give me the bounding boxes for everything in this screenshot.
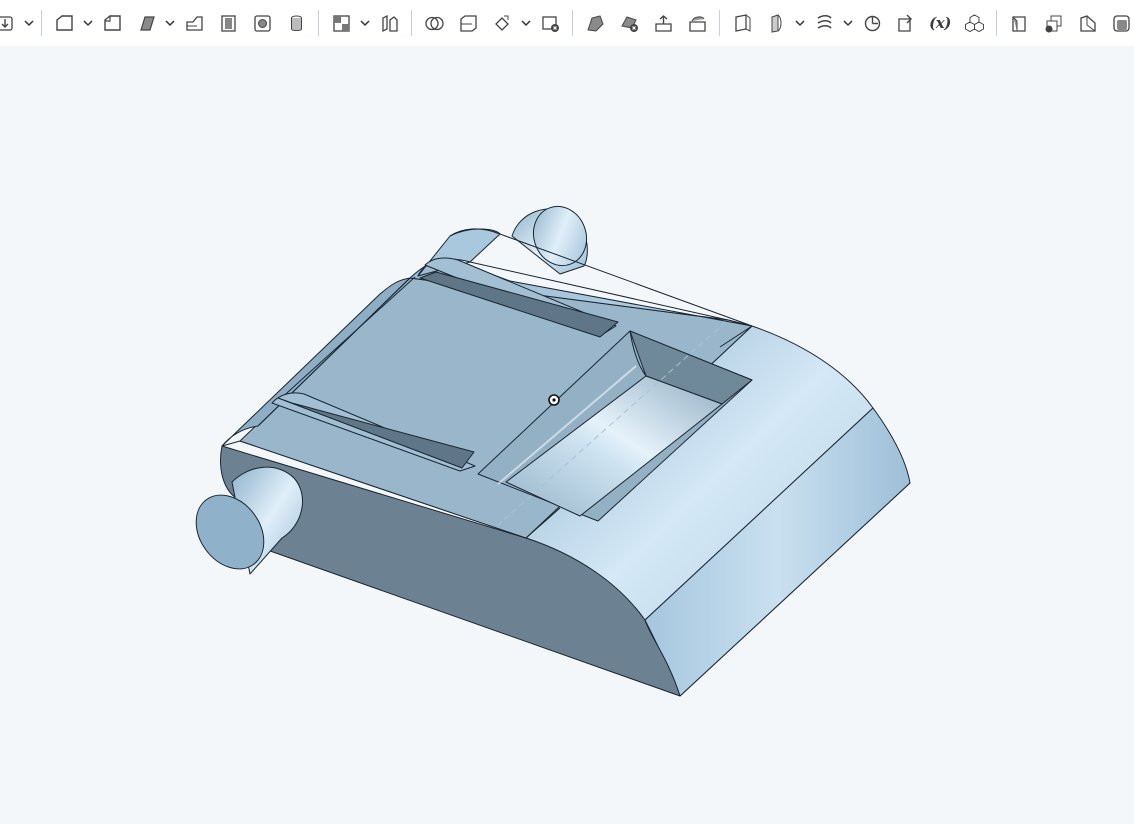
derived-icon: [895, 12, 918, 35]
fillet-dropdown-button[interactable]: [358, 8, 372, 38]
chevron-down-icon: [521, 14, 531, 32]
sweep-icon: [183, 12, 206, 35]
graphics-viewport[interactable]: [0, 46, 1134, 824]
loft-button[interactable]: [211, 8, 245, 38]
flange-icon: [1076, 12, 1099, 35]
thicken-icon: [251, 12, 274, 35]
helix-dropdown-button[interactable]: [841, 8, 855, 38]
extrude-icon: [101, 12, 124, 35]
chevron-down-icon: [360, 14, 370, 32]
replace-face-button[interactable]: [680, 8, 714, 38]
sheet-metal-icon: [1008, 12, 1031, 35]
toolbar-separator: [41, 10, 42, 36]
import-icon: [0, 12, 17, 35]
plane-icon: [731, 12, 754, 35]
variable-button[interactable]: (x): [923, 8, 957, 38]
mate-connector-dropdown-button[interactable]: [793, 8, 807, 38]
mate-connector-button[interactable]: [759, 8, 793, 38]
sketch-icon: [53, 12, 76, 35]
toolbar-separator: [411, 10, 412, 36]
fillet-button[interactable]: [324, 8, 358, 38]
chevron-down-icon: [165, 14, 175, 32]
derived-button[interactable]: [889, 8, 923, 38]
chevron-down-icon: [83, 14, 93, 32]
toolbar-separator: [996, 10, 997, 36]
helix-icon: [813, 12, 836, 35]
finish-sheet-metal-button[interactable]: [1036, 8, 1070, 38]
import-dropdown-button[interactable]: [22, 8, 36, 38]
thicken-button[interactable]: [245, 8, 279, 38]
finish-sheet-metal-icon: [1042, 12, 1065, 35]
delete-part-button[interactable]: [533, 8, 567, 38]
toolbar-separator: [572, 10, 573, 36]
extrude-button[interactable]: [95, 8, 129, 38]
chevron-down-icon: [843, 14, 853, 32]
mate-connector-icon: [765, 12, 788, 35]
revolve-dropdown-button[interactable]: [163, 8, 177, 38]
fillet-icon: [330, 12, 353, 35]
feature-toolbar: (x): [0, 0, 1134, 46]
delete-face-button[interactable]: [612, 8, 646, 38]
boolean-icon: [423, 12, 446, 35]
tab-icon: [1110, 12, 1133, 35]
toolbar-separator: [719, 10, 720, 36]
transform-dropdown-button[interactable]: [519, 8, 533, 38]
toolbar-separator: [318, 10, 319, 36]
transform-icon: [491, 12, 514, 35]
delete-part-icon: [539, 12, 562, 35]
sheet-metal-button[interactable]: [1002, 8, 1036, 38]
revolve-button[interactable]: [129, 8, 163, 38]
3d-part-model[interactable]: [0, 46, 1134, 824]
boolean-button[interactable]: [417, 8, 451, 38]
loft-icon: [217, 12, 240, 35]
transform-button[interactable]: [485, 8, 519, 38]
enclose-icon: [285, 12, 308, 35]
enclose-button[interactable]: [279, 8, 313, 38]
chamfer-icon: [378, 12, 401, 35]
origin-marker: [548, 394, 560, 406]
split-icon: [457, 12, 480, 35]
import-button[interactable]: [0, 8, 22, 38]
modify-fillet-button[interactable]: [578, 8, 612, 38]
replace-face-icon: [686, 12, 709, 35]
flange-button[interactable]: [1070, 8, 1104, 38]
plane-button[interactable]: [725, 8, 759, 38]
sweep-button[interactable]: [177, 8, 211, 38]
pattern-button[interactable]: [957, 8, 991, 38]
sketch-button[interactable]: [47, 8, 81, 38]
chevron-down-icon: [24, 14, 34, 32]
move-face-icon: [652, 12, 675, 35]
revolve-icon: [135, 12, 158, 35]
split-button[interactable]: [451, 8, 485, 38]
modify-fillet-icon: [584, 12, 607, 35]
sketch-dropdown-button[interactable]: [81, 8, 95, 38]
variable-icon: (x): [929, 14, 951, 32]
chamfer-button[interactable]: [372, 8, 406, 38]
measure-button[interactable]: [855, 8, 889, 38]
chevron-down-icon: [795, 14, 805, 32]
tab-button[interactable]: [1104, 8, 1134, 38]
delete-face-icon: [618, 12, 641, 35]
move-face-button[interactable]: [646, 8, 680, 38]
measure-icon: [861, 12, 884, 35]
helix-button[interactable]: [807, 8, 841, 38]
pattern-icon: [963, 12, 986, 35]
